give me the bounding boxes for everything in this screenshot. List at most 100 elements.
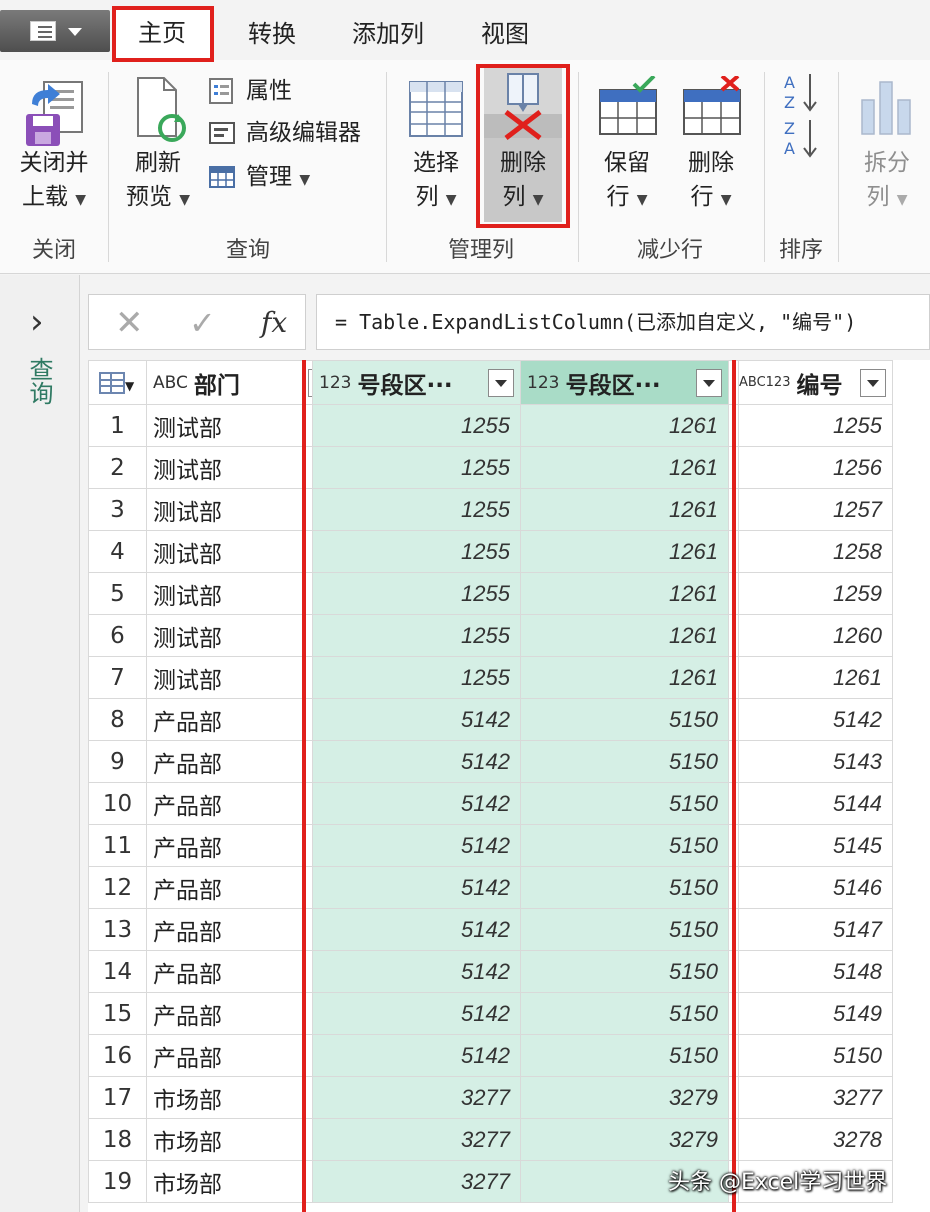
cell-id[interactable]: 5146 [738, 866, 893, 909]
filter-dropdown-icon[interactable] [860, 369, 886, 397]
row-number[interactable]: 4 [88, 530, 147, 573]
cell-id[interactable]: 1258 [738, 530, 893, 573]
row-number[interactable]: 6 [88, 614, 147, 657]
file-menu-button[interactable] [0, 10, 110, 52]
cell-id[interactable]: 5142 [738, 698, 893, 741]
cell-id[interactable]: 5150 [738, 1034, 893, 1077]
column-header-id[interactable]: ABC123 编号 [738, 360, 893, 405]
sort-descending-icon[interactable]: Z A [782, 116, 822, 160]
choose-columns-button[interactable]: 选择 列 ▼ [398, 74, 474, 224]
remove-rows-button[interactable]: 删除 行 ▼ [674, 74, 748, 224]
cell-range-end[interactable]: 1261 [520, 614, 729, 657]
table-row[interactable]: 17 市场部 3277 3279 3277 [88, 1076, 893, 1119]
column-header-range-end[interactable]: 123 号段区··· [520, 360, 729, 405]
tab-add-column[interactable]: 添加列 [338, 14, 438, 54]
cell-dept[interactable]: 产品部 [146, 782, 303, 825]
table-row[interactable]: 7 测试部 1255 1261 1261 [88, 656, 893, 699]
cell-id[interactable]: 1260 [738, 614, 893, 657]
cell-range-start[interactable]: 3277 [312, 1160, 521, 1203]
confirm-formula-icon[interactable]: ✓ [189, 303, 216, 343]
cell-range-end[interactable]: 5150 [520, 992, 729, 1035]
cell-id[interactable]: 5149 [738, 992, 893, 1035]
cell-range-start[interactable]: 5142 [312, 908, 521, 951]
row-number[interactable]: 12 [88, 866, 147, 909]
table-row[interactable]: 4 测试部 1255 1261 1258 [88, 530, 893, 573]
cell-range-start[interactable]: 1255 [312, 656, 521, 699]
row-number[interactable]: 5 [88, 572, 147, 615]
row-number[interactable]: 19 [88, 1160, 147, 1203]
cell-range-start[interactable]: 3277 [312, 1118, 521, 1161]
table-row[interactable]: 9 产品部 5142 5150 5143 [88, 740, 893, 783]
cell-dept[interactable]: 测试部 [146, 446, 303, 489]
cell-dept[interactable]: 市场部 [146, 1160, 303, 1203]
cell-range-start[interactable]: 1255 [312, 530, 521, 573]
cell-id[interactable]: 1256 [738, 446, 893, 489]
cell-range-start[interactable]: 5142 [312, 740, 521, 783]
cell-dept[interactable]: 产品部 [146, 992, 303, 1035]
table-row[interactable]: 1 测试部 1255 1261 1255 [88, 404, 893, 447]
table-row[interactable]: 11 产品部 5142 5150 5145 [88, 824, 893, 867]
sort-ascending-icon[interactable]: A Z [782, 70, 822, 114]
cell-range-start[interactable]: 1255 [312, 404, 521, 447]
row-number[interactable]: 13 [88, 908, 147, 951]
cell-id[interactable]: 1257 [738, 488, 893, 531]
cell-dept[interactable]: 市场部 [146, 1076, 303, 1119]
table-row[interactable]: 13 产品部 5142 5150 5147 [88, 908, 893, 951]
row-number[interactable]: 14 [88, 950, 147, 993]
table-row[interactable]: 3 测试部 1255 1261 1257 [88, 488, 893, 531]
cell-dept[interactable]: 测试部 [146, 488, 303, 531]
table-row[interactable]: 8 产品部 5142 5150 5142 [88, 698, 893, 741]
cell-range-end[interactable]: 1261 [520, 446, 729, 489]
table-row[interactable]: 5 测试部 1255 1261 1259 [88, 572, 893, 615]
cell-dept[interactable]: 测试部 [146, 404, 303, 447]
cell-range-end[interactable]: 1261 [520, 530, 729, 573]
cell-range-end[interactable]: 1261 [520, 404, 729, 447]
cell-range-start[interactable]: 5142 [312, 866, 521, 909]
cell-dept[interactable]: 产品部 [146, 866, 303, 909]
cell-dept[interactable]: 产品部 [146, 740, 303, 783]
tab-home[interactable]: 主页 [114, 8, 210, 60]
keep-rows-button[interactable]: 保留 行 ▼ [590, 74, 664, 224]
row-number[interactable]: 15 [88, 992, 147, 1035]
cell-range-end[interactable]: 5150 [520, 782, 729, 825]
cell-range-end[interactable]: 5150 [520, 866, 729, 909]
row-number[interactable]: 3 [88, 488, 147, 531]
table-row[interactable]: 14 产品部 5142 5150 5148 [88, 950, 893, 993]
cell-id[interactable]: 3278 [738, 1118, 893, 1161]
cell-range-start[interactable]: 1255 [312, 488, 521, 531]
cell-dept[interactable]: 测试部 [146, 656, 303, 699]
table-row[interactable]: 16 产品部 5142 5150 5150 [88, 1034, 893, 1077]
filter-dropdown-icon[interactable] [488, 369, 514, 397]
cell-dept[interactable]: 市场部 [146, 1118, 303, 1161]
row-number[interactable]: 9 [88, 740, 147, 783]
cell-range-end[interactable]: 5150 [520, 824, 729, 867]
cell-range-start[interactable]: 1255 [312, 572, 521, 615]
cell-id[interactable]: 3277 [738, 1076, 893, 1119]
cell-range-end[interactable]: 3279 [520, 1076, 729, 1119]
cell-id[interactable]: 1261 [738, 656, 893, 699]
cell-dept[interactable]: 产品部 [146, 908, 303, 951]
cell-range-start[interactable]: 5142 [312, 824, 521, 867]
row-number[interactable]: 1 [88, 404, 147, 447]
row-number[interactable]: 11 [88, 824, 147, 867]
column-header-dept[interactable]: ABC 部门 [146, 360, 303, 405]
cancel-formula-icon[interactable]: ✕ [115, 303, 144, 343]
row-number[interactable]: 7 [88, 656, 147, 699]
cell-dept[interactable]: 产品部 [146, 1034, 303, 1077]
cell-range-end[interactable]: 1261 [520, 656, 729, 699]
cell-range-start[interactable]: 1255 [312, 446, 521, 489]
chevron-right-icon[interactable]: › [30, 305, 44, 339]
cell-range-start[interactable]: 3277 [312, 1076, 521, 1119]
close-and-load-button[interactable]: 关闭并 上载 ▼ [8, 74, 100, 224]
cell-range-start[interactable]: 5142 [312, 782, 521, 825]
refresh-preview-button[interactable]: 刷新 预览 ▼ [118, 74, 198, 224]
row-number[interactable]: 8 [88, 698, 147, 741]
cell-id[interactable]: 5145 [738, 824, 893, 867]
row-number[interactable]: 16 [88, 1034, 147, 1077]
row-number[interactable]: 18 [88, 1118, 147, 1161]
table-row[interactable]: 12 产品部 5142 5150 5146 [88, 866, 893, 909]
fx-icon[interactable]: fx [261, 305, 287, 341]
cell-range-end[interactable]: 5150 [520, 740, 729, 783]
table-row[interactable]: 2 测试部 1255 1261 1256 [88, 446, 893, 489]
cell-dept[interactable]: 测试部 [146, 572, 303, 615]
